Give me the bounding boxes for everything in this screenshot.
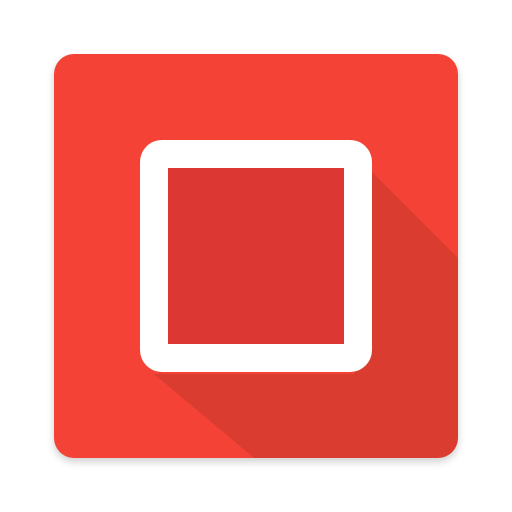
- stop-square-icon: [54, 54, 458, 458]
- app-icon[interactable]: [54, 54, 458, 462]
- inner-square-shade: [168, 168, 344, 344]
- icon-canvas: [0, 0, 512, 512]
- icon-tile: [54, 54, 458, 458]
